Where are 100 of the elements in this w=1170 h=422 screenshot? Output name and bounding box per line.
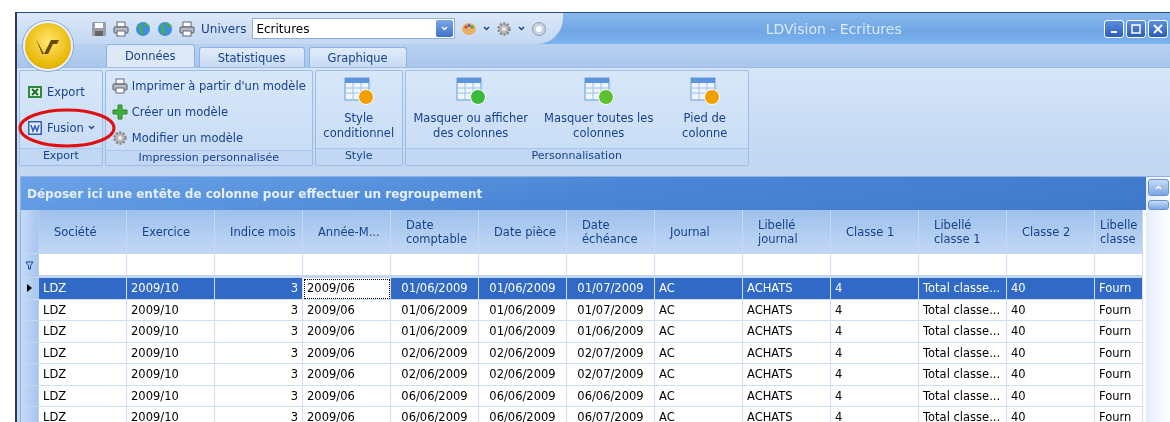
- table-cell: 3: [215, 299, 303, 321]
- save-icon[interactable]: [91, 20, 107, 37]
- gear-icon: [111, 130, 128, 146]
- table-cell: 40: [1007, 278, 1095, 300]
- close-button[interactable]: [1148, 19, 1168, 38]
- ribbon-tab[interactable]: Statistiques: [198, 47, 305, 67]
- printer-icon: [111, 78, 128, 94]
- globe-icon[interactable]: [135, 20, 151, 37]
- table-cell: ACHATS: [743, 364, 831, 386]
- column-header[interactable]: Journal: [655, 210, 743, 254]
- table-cell: 02/07/2009: [567, 364, 655, 386]
- table-cell: 40: [1007, 321, 1095, 343]
- table-cell: LDZ: [39, 299, 127, 321]
- caret-icon: [483, 26, 491, 31]
- filter-icon[interactable]: [25, 261, 34, 270]
- maximize-button[interactable]: [1126, 19, 1146, 38]
- table-cell: Fourn: [1095, 364, 1143, 386]
- column-header[interactable]: Exercice: [127, 210, 215, 254]
- ribbon-button[interactable]: Modifier un modèle: [108, 126, 309, 150]
- table-cell: LDZ: [39, 342, 127, 364]
- column-header[interactable]: Libelle classe: [1095, 210, 1143, 254]
- maximize-icon: [1131, 23, 1141, 34]
- table-cell: 02/06/2009: [479, 342, 567, 364]
- column-header[interactable]: Année-M...: [303, 210, 391, 254]
- window-title: LDVision - Ecritures: [764, 20, 903, 37]
- table-icon: [454, 76, 487, 106]
- column-header[interactable]: Date comptable: [391, 210, 479, 254]
- row-indicator[interactable]: [21, 278, 39, 300]
- column-header[interactable]: Date échéance: [567, 210, 655, 254]
- ribbon-button[interactable]: Créer un modèle: [108, 100, 309, 124]
- spreadsheet-icon: [27, 83, 43, 100]
- column-header[interactable]: Date pièce: [479, 210, 567, 254]
- table-cell: 06/06/2009: [479, 385, 567, 407]
- help-icon[interactable]: [531, 20, 548, 37]
- gear-icon: [496, 20, 513, 37]
- table-cell: 4: [831, 385, 919, 407]
- table-cell: 2009/06: [303, 342, 391, 364]
- table-cell: 06/06/2009: [391, 385, 479, 407]
- palette-icon[interactable]: [461, 20, 478, 37]
- table-cell: AC: [655, 278, 743, 300]
- ribbon-button[interactable]: Imprimer à partir d'un modèle: [108, 74, 309, 98]
- table-cell: 2009/10: [127, 385, 215, 407]
- table-cell: 2009/06: [303, 278, 391, 300]
- table-cell: 2009/10: [127, 342, 215, 364]
- table-cell: 01/06/2009: [567, 321, 655, 343]
- table-cell: 40: [1007, 385, 1095, 407]
- group-label: Export: [20, 148, 102, 165]
- group-label: Style: [315, 148, 402, 165]
- column-header[interactable]: Classe 2: [1007, 210, 1095, 254]
- ribbon-button[interactable]: Pied de colonne: [664, 74, 745, 148]
- table-cell: Total classe...: [919, 364, 1007, 386]
- table-cell: 2009/06: [303, 364, 391, 386]
- table-cell: 40: [1007, 364, 1095, 386]
- table-cell: AC: [655, 385, 743, 407]
- table-cell: 01/06/2009: [479, 278, 567, 300]
- table-cell: 2009/10: [127, 364, 215, 386]
- column-header[interactable]: Libellé journal: [743, 210, 831, 254]
- univers-combo[interactable]: Ecritures: [252, 18, 456, 39]
- scroll-thumb[interactable]: [1148, 200, 1169, 210]
- table-cell: 3: [215, 342, 303, 364]
- table-cell: 01/06/2009: [391, 321, 479, 343]
- table-cell: 4: [831, 342, 919, 364]
- scroll-up-button[interactable]: [1148, 179, 1169, 196]
- header-corner: [21, 210, 39, 254]
- table-cell: 01/06/2009: [479, 299, 567, 321]
- table-cell: ACHATS: [743, 321, 831, 343]
- caret-icon: [518, 26, 526, 31]
- table-cell: 3: [215, 364, 303, 386]
- column-header[interactable]: Libellé classe 1: [919, 210, 1007, 254]
- table-cell: 3: [215, 321, 303, 343]
- ribbon-button[interactable]: Style conditionnel: [318, 74, 399, 148]
- table-cell: ACHATS: [743, 278, 831, 300]
- ribbon-button[interactable]: Masquer ou afficher des colonnes: [408, 74, 533, 148]
- table-cell: 40: [1007, 299, 1095, 321]
- table-cell: Fourn: [1095, 278, 1143, 300]
- close-icon: [1153, 23, 1163, 34]
- minimize-button[interactable]: [1104, 19, 1124, 38]
- ribbon-tab[interactable]: Données: [106, 44, 195, 67]
- document-icon: [27, 119, 43, 136]
- table-cell: Total classe...: [919, 278, 1007, 300]
- column-header[interactable]: Indice mois: [215, 210, 303, 254]
- table-cell: 01/06/2009: [391, 299, 479, 321]
- table-cell: 01/07/2009: [567, 278, 655, 300]
- table-cell: Fourn: [1095, 342, 1143, 364]
- column-header[interactable]: Société: [39, 210, 127, 254]
- table-cell: ACHATS: [743, 385, 831, 407]
- table-cell: Total classe...: [919, 299, 1007, 321]
- table-cell: 02/06/2009: [391, 364, 479, 386]
- table-cell: 2009/06: [303, 321, 391, 343]
- table-cell: 01/07/2009: [567, 299, 655, 321]
- column-header[interactable]: Classe 1: [831, 210, 919, 254]
- table-cell: Fourn: [1095, 385, 1143, 407]
- table-cell: AC: [655, 364, 743, 386]
- table-cell: 2009/06: [303, 299, 391, 321]
- caret-icon: [1155, 185, 1162, 190]
- ribbon-button[interactable]: Masquer toutes les colonnes: [536, 74, 661, 148]
- ribbon-tab[interactable]: Graphique: [308, 47, 407, 67]
- globe-icon[interactable]: [157, 20, 173, 37]
- group-by-panel: Déposer ici une entête de colonne pour effectuer un regroupement: [21, 177, 1146, 210]
- ribbon-button[interactable]: Export: [24, 79, 88, 104]
